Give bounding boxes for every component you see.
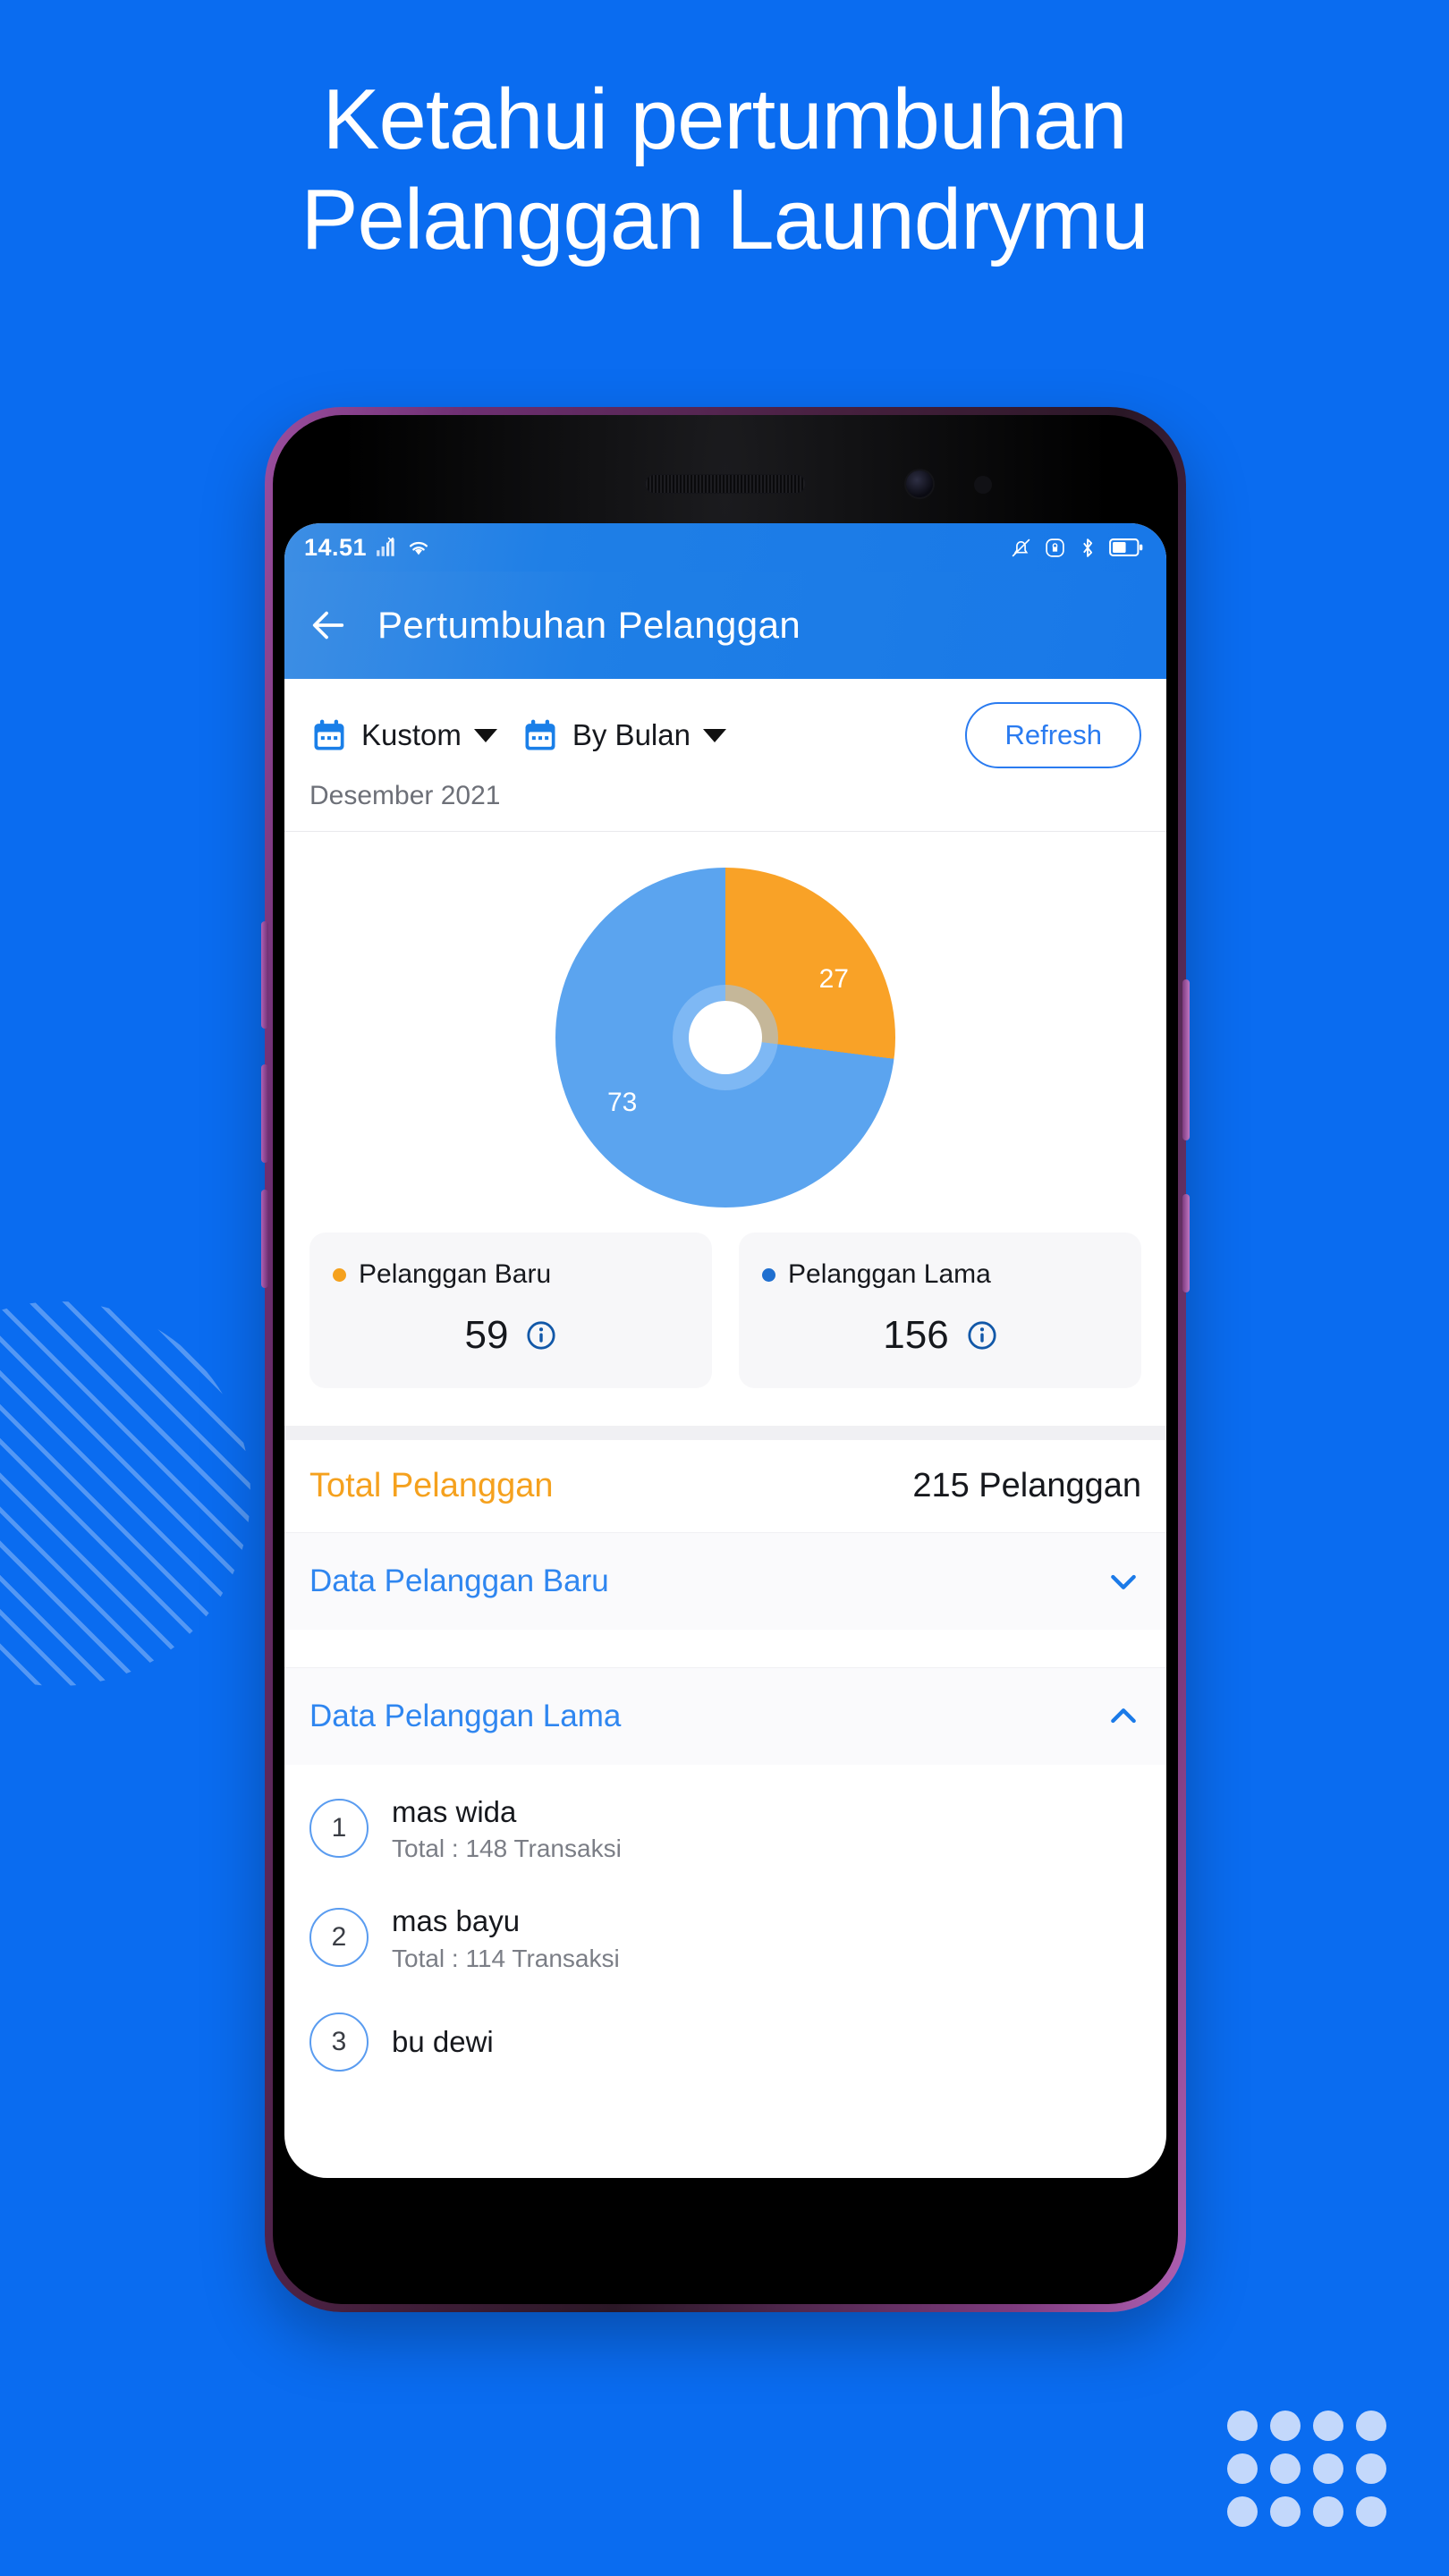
poster-headline: Ketahui pertumbuhan Pelanggan Laundrymu [0, 70, 1449, 271]
battery-icon [1109, 538, 1143, 556]
donut-center-hole [689, 1001, 762, 1074]
pie-label-old: 73 [607, 1088, 638, 1117]
accordion-old-customers[interactable]: Data Pelanggan Lama [284, 1667, 1166, 1765]
old-customers-list: 1 mas wida Total : 148 Transaksi 2 mas b… [284, 1765, 1166, 2091]
filter-row: Kustom By Bulan Refresh [309, 702, 1141, 768]
accordion-label: Data Pelanggan Baru [309, 1563, 609, 1598]
customer-name: mas wida [392, 1795, 517, 1828]
stat-card-value: 156 [883, 1313, 949, 1357]
total-customers-value: 215 Pelanggan [912, 1467, 1141, 1504]
calendar-icon [525, 719, 555, 750]
selected-period-label: Desember 2021 [309, 781, 501, 810]
list-item-text: bu dewi [392, 2023, 494, 2060]
stat-card-value: 59 [464, 1313, 509, 1357]
section-divider [284, 1426, 1166, 1440]
info-icon[interactable] [526, 1320, 556, 1351]
volume-button[interactable] [1182, 979, 1190, 1140]
signal-icon [377, 537, 394, 556]
legend-dot-old [762, 1267, 775, 1282]
total-customers-row: Total Pelanggan 215 Pelanggan [284, 1440, 1166, 1532]
list-item[interactable]: 2 mas bayu Total : 114 Transaksi [284, 1883, 1166, 1992]
bixby-button[interactable] [261, 921, 268, 1029]
earpiece-speaker-icon [645, 474, 806, 494]
total-customers-label: Total Pelanggan [309, 1467, 554, 1504]
group-filter-dropdown[interactable]: By Bulan [521, 716, 726, 755]
accordion-label: Data Pelanggan Lama [309, 1699, 622, 1733]
chevron-up-icon[interactable] [1106, 1699, 1141, 1734]
customer-name: mas bayu [392, 1904, 521, 1938]
stat-card-new-customers[interactable]: Pelanggan Baru 59 [309, 1233, 712, 1388]
accordion-collapsed-body [284, 1630, 1166, 1667]
list-item[interactable]: 1 mas wida Total : 148 Transaksi [284, 1774, 1166, 1883]
volume-down-button[interactable] [261, 1190, 268, 1288]
dot-grid-decoration [1227, 2411, 1386, 2527]
customer-transactions: Total : 148 Transaksi [392, 1835, 622, 1863]
refresh-button[interactable]: Refresh [965, 702, 1141, 768]
headline-line-1: Ketahui pertumbuhan [322, 72, 1128, 167]
back-arrow-icon[interactable] [308, 605, 349, 646]
bluetooth-icon [1083, 538, 1093, 557]
stat-card-label: Pelanggan Baru [359, 1259, 552, 1289]
power-button[interactable] [1182, 1194, 1190, 1292]
proximity-sensor-icon [974, 476, 993, 494]
rank-badge: 2 [309, 1908, 369, 1968]
accordion-new-customers[interactable]: Data Pelanggan Baru [284, 1532, 1166, 1630]
phone-mockup: 14.51 Pertumbuhan Pelanggan Kustom By Bu… [261, 407, 1190, 2312]
app-header: Pertumbuhan Pelanggan [284, 572, 1166, 679]
headline-line-2: Pelanggan Laundrymu [301, 172, 1148, 268]
stat-card-header: Pelanggan Baru [333, 1259, 689, 1290]
chevron-down-icon [473, 728, 497, 742]
pie-label-new: 27 [818, 964, 849, 994]
range-filter-dropdown[interactable]: Kustom [309, 716, 497, 755]
stat-card-old-customers[interactable]: Pelanggan Lama 156 [739, 1233, 1141, 1388]
system-status-bar: 14.51 [284, 523, 1166, 572]
mute-icon [1012, 538, 1030, 556]
stat-card-value-row: 156 [762, 1313, 1118, 1358]
stat-card-value-row: 59 [333, 1313, 689, 1358]
page-title: Pertumbuhan Pelanggan [377, 604, 801, 646]
legend-dot-new [333, 1267, 346, 1282]
status-bar-right [1010, 537, 1143, 559]
customer-name: bu dewi [392, 2024, 494, 2058]
growth-pie-chart: 27 73 [284, 832, 1166, 1233]
info-icon[interactable] [967, 1320, 997, 1351]
list-item-text: mas wida Total : 148 Transaksi [392, 1793, 622, 1863]
chevron-down-icon[interactable] [1106, 1563, 1141, 1599]
calendar-icon [314, 719, 344, 750]
filter-bar: Kustom By Bulan Refresh Desember 2021 [284, 679, 1166, 832]
list-item-text: mas bayu Total : 114 Transaksi [392, 1902, 620, 1972]
list-item[interactable]: 3 bu dewi [284, 1993, 1166, 2091]
customer-transactions: Total : 114 Transaksi [392, 1944, 620, 1972]
stat-card-header: Pelanggan Lama [762, 1259, 1118, 1290]
rank-badge: 3 [309, 2012, 369, 2072]
stat-card-label: Pelanggan Lama [788, 1259, 991, 1289]
status-bar-left: 14.51 [304, 534, 431, 562]
phone-screen: 14.51 Pertumbuhan Pelanggan Kustom By Bu… [284, 523, 1166, 2178]
status-bar-clock: 14.51 [304, 533, 368, 561]
striped-circle-decoration [0, 1301, 250, 1686]
front-camera-icon [906, 470, 934, 497]
donut-ring: 27 73 [555, 868, 895, 1208]
range-filter-label: Kustom [361, 718, 462, 751]
chevron-down-icon [702, 728, 726, 742]
wifi-icon [410, 541, 428, 555]
volume-up-button[interactable] [261, 1064, 268, 1163]
group-filter-label: By Bulan [572, 718, 691, 751]
rank-badge: 1 [309, 1799, 369, 1859]
stat-card-row: Pelanggan Baru 59 Pelanggan Lama 156 [284, 1233, 1166, 1426]
rotation-lock-icon [1046, 538, 1064, 557]
